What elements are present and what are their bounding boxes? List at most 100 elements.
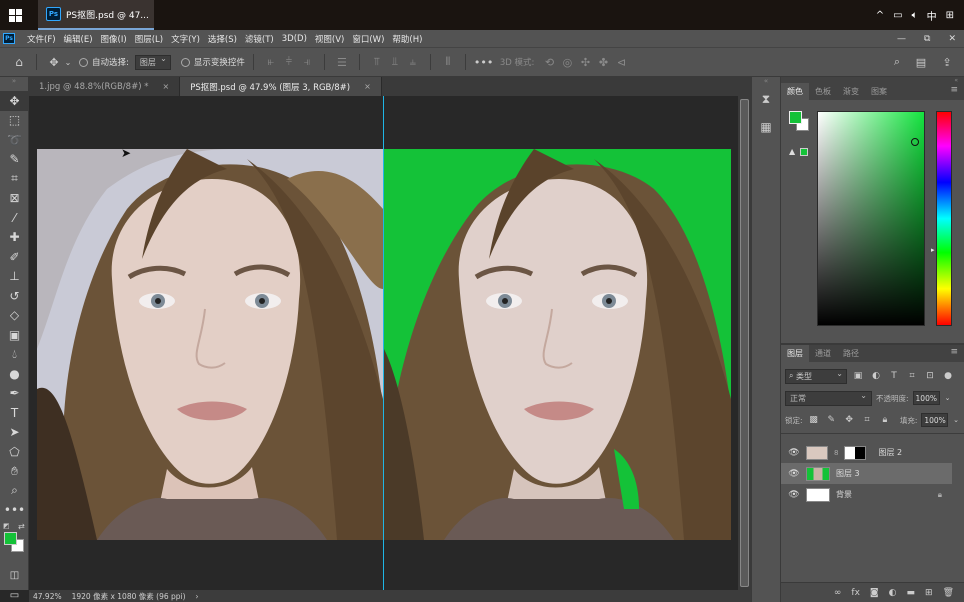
healing-brush-icon[interactable]: ✚: [0, 228, 29, 248]
path-select-tool-icon[interactable]: ➤: [0, 423, 29, 443]
menu-layer[interactable]: 图层(L): [131, 33, 167, 45]
new-layer-icon[interactable]: ⊞: [925, 588, 933, 598]
mask-link-icon[interactable]: 8: [834, 449, 838, 457]
3d-slide-icon[interactable]: ✤: [594, 56, 612, 69]
more-options-icon[interactable]: •••: [474, 56, 493, 69]
distribute-icon[interactable]: ☰: [333, 56, 351, 69]
distribute-vertical-icon[interactable]: ⦀: [439, 55, 457, 69]
volume-icon[interactable]: 🔈︎: [912, 10, 918, 21]
3d-scale-icon[interactable]: ⊲: [612, 56, 630, 69]
canvas-area[interactable]: ➤: [29, 96, 738, 590]
gamut-warning-icon[interactable]: ▲: [789, 147, 795, 156]
eraser-tool-icon[interactable]: ◇: [0, 306, 29, 326]
zoom-level[interactable]: 47.92%: [33, 592, 62, 601]
history-brush-icon[interactable]: ↺: [0, 286, 29, 306]
auto-select-checkbox[interactable]: [79, 57, 88, 67]
close-icon[interactable]: ×: [162, 82, 169, 91]
tab-1-jpg[interactable]: 1.jpg @ 48.8%(RGB/8#) * ×: [29, 77, 181, 96]
frame-tool-icon[interactable]: ⊠: [0, 189, 29, 209]
layer-row-layer-2[interactable]: 👁︎ 8 图层 2: [781, 442, 952, 463]
link-icon[interactable]: ∞: [834, 588, 842, 598]
align-bottom-icon[interactable]: ⫨: [404, 55, 422, 69]
filter-adjustment-icon[interactable]: ◐: [869, 371, 883, 381]
lock-artboard-icon[interactable]: ⌗: [860, 415, 874, 425]
fx-icon[interactable]: fx: [851, 588, 860, 598]
filter-toggle-icon[interactable]: ●: [941, 371, 955, 381]
opacity-input[interactable]: 100%: [912, 391, 940, 405]
mask-icon[interactable]: ◙: [870, 588, 879, 598]
tab-color[interactable]: 颜色: [781, 83, 809, 100]
lock-transparent-icon[interactable]: ▩: [807, 415, 821, 425]
adjustments-panel-icon[interactable]: ▦: [752, 113, 780, 141]
visibility-eye-icon[interactable]: 👁︎: [788, 469, 800, 479]
align-middle-icon[interactable]: ⫫: [386, 55, 404, 69]
menu-image[interactable]: 图像(I): [97, 33, 131, 45]
move-tool-preset-icon[interactable]: ✥: [45, 56, 63, 69]
gamut-color-swatch[interactable]: [800, 148, 808, 156]
fill-input[interactable]: 100%: [921, 413, 949, 427]
delete-icon[interactable]: 🗑︎: [943, 588, 954, 598]
marquee-tool-icon[interactable]: ⬚: [0, 111, 29, 131]
layer-filter-dropdown[interactable]: ⌕ 类型: [785, 368, 847, 384]
lock-pixels-icon[interactable]: ✎: [824, 415, 838, 425]
network-icon[interactable]: ▭: [893, 10, 902, 21]
foreground-color-swatch[interactable]: [4, 532, 17, 545]
tab-swatches[interactable]: 色板: [809, 83, 837, 100]
strip-grip-icon[interactable]: «: [752, 77, 780, 85]
chevron-down-icon[interactable]: ⌄: [63, 58, 73, 67]
filter-smart-object-icon[interactable]: ⊡: [923, 371, 937, 381]
menu-view[interactable]: 视图(V): [311, 33, 348, 45]
filter-type-icon[interactable]: T: [887, 371, 901, 381]
saturation-brightness-field[interactable]: [817, 111, 925, 326]
type-tool-icon[interactable]: T: [0, 403, 29, 423]
menu-select[interactable]: 选择(S): [204, 33, 241, 45]
panel-menu-icon[interactable]: ≡: [950, 347, 958, 357]
visibility-eye-icon[interactable]: 👁︎: [788, 448, 800, 458]
tab-channels[interactable]: 通道: [809, 345, 837, 362]
hue-slider-marker-icon[interactable]: ▸: [931, 246, 935, 254]
panel-foreground-swatch[interactable]: [789, 111, 802, 124]
toolbox-grip-icon[interactable]: »: [0, 77, 28, 91]
3d-pan-icon[interactable]: ✣: [576, 56, 594, 69]
tab-ps-psd[interactable]: PS抠图.psd @ 47.9% (图层 3, RGB/8#) ×: [180, 77, 382, 96]
ime-mode-icon[interactable]: ⊞: [946, 10, 954, 21]
move-tool-icon[interactable]: ✥: [0, 91, 29, 111]
document-canvas[interactable]: [37, 149, 731, 540]
restore-button[interactable]: ⧉: [924, 34, 930, 44]
properties-panel-icon[interactable]: ⧗: [752, 85, 780, 113]
quick-select-tool-icon[interactable]: ✎: [0, 150, 29, 170]
layer-name[interactable]: 背景: [836, 489, 852, 500]
gradient-tool-icon[interactable]: ▣: [0, 325, 29, 345]
menu-filter[interactable]: 滤镜(T): [241, 33, 278, 45]
crop-tool-icon[interactable]: ⌗: [0, 169, 29, 189]
taskbar-photoshop-app[interactable]: Ps PS抠图.psd @ 47...: [38, 0, 154, 30]
tray-expand-icon[interactable]: ^: [876, 10, 884, 21]
vertical-guide-line[interactable]: [383, 96, 384, 590]
shape-tool-icon[interactable]: ⬠: [0, 442, 29, 462]
adjustment-icon[interactable]: ◐: [889, 588, 897, 598]
brush-tool-icon[interactable]: ✐: [0, 247, 29, 267]
hand-tool-icon[interactable]: ✋︎: [0, 462, 29, 482]
stamp-tool-icon[interactable]: ⊥: [0, 267, 29, 287]
screen-mode-icon[interactable]: ▭: [0, 586, 29, 602]
close-icon[interactable]: ×: [364, 82, 371, 91]
tab-gradients[interactable]: 渐变: [837, 83, 865, 100]
more-tools-icon[interactable]: •••: [0, 501, 29, 521]
menu-window[interactable]: 窗口(W): [348, 33, 388, 45]
menu-type[interactable]: 文字(Y): [167, 33, 204, 45]
workspace-icon[interactable]: ▤: [912, 56, 930, 69]
ime-indicator[interactable]: 中: [927, 8, 937, 23]
panel-menu-icon[interactable]: ≡: [950, 85, 958, 95]
hue-slider[interactable]: [936, 111, 952, 326]
visibility-eye-icon[interactable]: 👁︎: [788, 490, 800, 500]
color-picker-marker[interactable]: [911, 138, 919, 146]
layer-row-background[interactable]: 👁︎ 背景 🔒︎: [781, 484, 952, 505]
share-icon[interactable]: ⇪: [938, 56, 956, 69]
minimize-button[interactable]: —: [897, 34, 906, 44]
auto-select-dropdown[interactable]: 图层: [134, 54, 171, 70]
quick-mask-icon[interactable]: ◫: [0, 566, 29, 586]
menu-help[interactable]: 帮助(H): [388, 33, 426, 45]
lock-position-icon[interactable]: ✥: [842, 415, 856, 425]
vertical-scrollbar[interactable]: [738, 96, 751, 590]
dodge-tool-icon[interactable]: ●: [0, 364, 29, 384]
